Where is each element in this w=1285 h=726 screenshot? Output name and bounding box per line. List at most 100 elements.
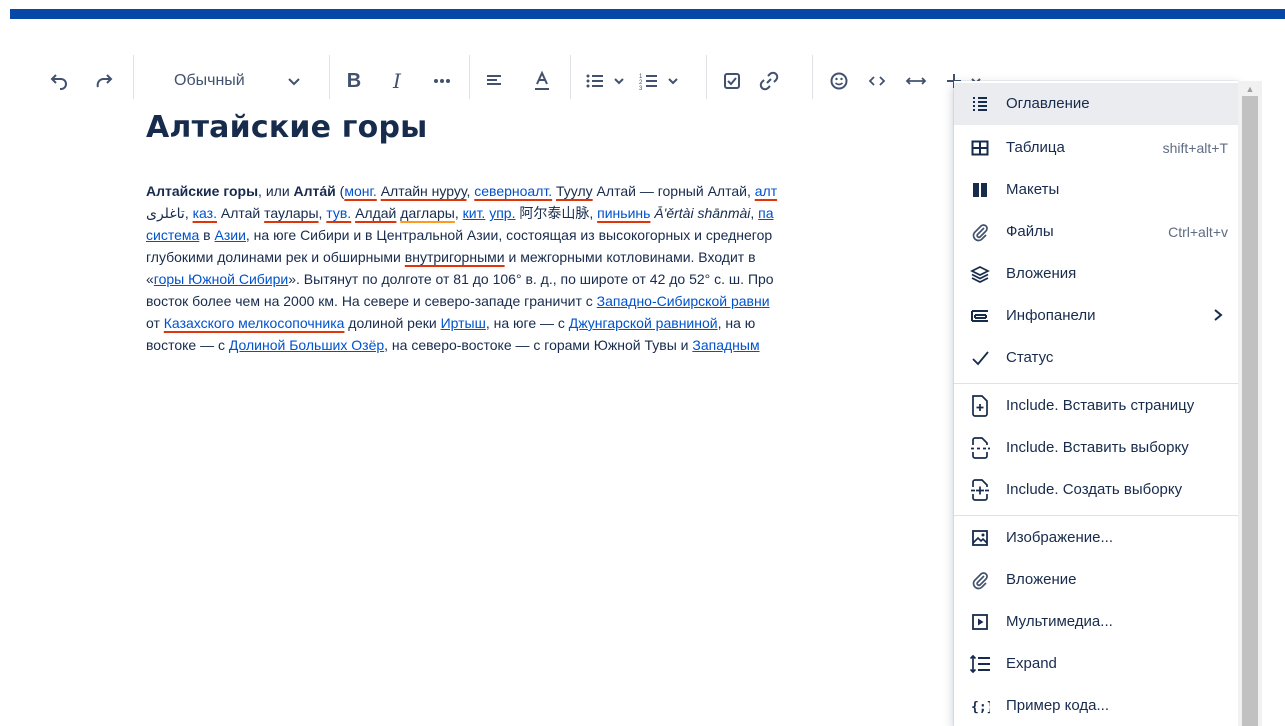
menu-item-label: Изображение... (1006, 529, 1113, 546)
play-icon (968, 610, 992, 634)
menu-item[interactable]: Include. Вставить выборку (954, 427, 1238, 469)
text-link[interactable]: Долиной Больших Озёр (229, 337, 384, 353)
text-run: в (199, 227, 215, 243)
link-icon[interactable] (757, 63, 781, 99)
text-link[interactable]: каз. (193, 205, 217, 221)
chevron-down-icon[interactable] (610, 63, 628, 99)
svg-text:{;}: {;} (971, 700, 990, 715)
table-of-contents-icon (968, 92, 992, 116)
info-panel-icon (968, 304, 992, 328)
more-icon[interactable] (428, 63, 456, 99)
text-link[interactable]: пиньинь (597, 205, 650, 221)
svg-text:3: 3 (639, 86, 643, 91)
text-color-icon[interactable] (530, 63, 554, 99)
menu-item-shortcut: shift+alt+T (1162, 140, 1228, 156)
text-link[interactable]: горы Южной Сибири (154, 271, 288, 287)
menu-item-label: Include. Создать выборку (1006, 481, 1183, 498)
expand-width-icon[interactable] (902, 63, 930, 99)
menu-item-label: Пример кода... (1006, 697, 1110, 714)
text-link[interactable]: Джунгарской равниной (569, 315, 718, 331)
code-block-icon: {;} (968, 694, 992, 718)
checkbox-icon[interactable] (720, 63, 744, 99)
menu-item[interactable]: Вложение (954, 559, 1238, 601)
text-link[interactable]: Западно-Сибирской равни (597, 293, 770, 309)
text-link[interactable]: монг. (344, 183, 376, 199)
menu-item-label: Include. Вставить страницу (1006, 397, 1195, 414)
text-link[interactable]: Западным (692, 337, 759, 353)
paragraph-line: от Казахского мелкосопочника долиной рек… (146, 312, 954, 334)
text-link[interactable]: Иртыш (441, 315, 486, 331)
text-run: , на ю (717, 315, 756, 331)
menu-separator (954, 515, 1238, 516)
text-style-select[interactable]: Обычный (164, 63, 324, 99)
menu-item[interactable]: Статус (954, 337, 1238, 379)
paragraph-line: востоке — с Долиной Больших Озёр, на сев… (146, 334, 954, 356)
code-icon[interactable] (864, 63, 890, 99)
text-run: восток более чем на 2000 км. На севере и… (146, 293, 597, 309)
menu-item-label: Таблица (1006, 139, 1065, 156)
emoji-icon[interactable] (826, 63, 852, 99)
paragraph-line: глубокими долинами рек и обширными внутр… (146, 246, 954, 268)
text-style-label: Обычный (174, 72, 245, 89)
menu-item[interactable]: Файлы Ctrl+alt+v (954, 211, 1238, 253)
include-page-icon (968, 394, 992, 418)
italic-icon[interactable]: I (385, 63, 409, 99)
top-accent-bar (10, 9, 1285, 19)
undo-icon[interactable] (46, 63, 74, 99)
text-link[interactable]: тув. (326, 205, 351, 221)
text-link[interactable]: Казахского мелкосопочника (164, 315, 345, 331)
bullet-list-icon[interactable] (583, 63, 607, 99)
menu-scrollbar-thumb[interactable] (1242, 96, 1258, 726)
text-run: , (750, 205, 759, 221)
text-link[interactable]: система (146, 227, 199, 243)
menu-item[interactable]: Include. Создать выборку (954, 469, 1238, 511)
text-run: внутригорными (404, 249, 505, 265)
expand-icon (968, 652, 992, 676)
image-icon (968, 526, 992, 550)
text-link[interactable]: алт (755, 183, 777, 199)
insert-menu: Оглавление Таблица shift+alt+T Макеты Файлы C… (954, 81, 1238, 726)
bold-icon[interactable]: B (342, 63, 366, 99)
paragraph-line: «горы Южной Сибири». Вытянут по долготе … (146, 268, 954, 290)
menu-item[interactable]: Инфопанели (954, 295, 1238, 337)
top-spacer (0, 0, 1285, 9)
menu-item-label: Вложения (1006, 265, 1077, 282)
text-link[interactable]: Азии (215, 227, 246, 243)
menu-item[interactable]: Вложения (954, 253, 1238, 295)
menu-item[interactable]: Таблица shift+alt+T (954, 127, 1238, 169)
text-run: Алтай — горный Алтай, (592, 183, 755, 199)
text-run: ». Вытянут по долготе от 81 до 106° в. д… (288, 271, 774, 287)
scroll-up-arrow-icon[interactable]: ▲ (1244, 83, 1256, 95)
text-link[interactable]: северноалт. (474, 183, 552, 199)
page-title[interactable]: Алтайские горы (146, 110, 428, 145)
bold-text: Алта́й (293, 183, 336, 199)
layers-icon (968, 262, 992, 286)
text-run: Алтайн нуруу (380, 183, 467, 199)
menu-item-label: Макеты (1006, 181, 1060, 198)
menu-item[interactable]: Include. Вставить страницу (954, 385, 1238, 427)
article-paragraph[interactable]: Алтайские горы, или Алта́й (монг. Алтайн… (146, 180, 954, 400)
text-run: от (146, 315, 164, 331)
text-run: 阿尔泰山脉, (515, 205, 598, 221)
menu-item-label: Expand (1006, 655, 1057, 672)
text-run: , (454, 205, 463, 221)
menu-item[interactable]: Оглавление (954, 83, 1238, 125)
menu-item[interactable]: {;} Пример кода... (954, 685, 1238, 726)
checkmark-icon (968, 346, 992, 370)
menu-item[interactable]: Макеты (954, 169, 1238, 211)
text-link[interactable]: упр. (489, 205, 515, 221)
menu-item-label: Include. Вставить выборку (1006, 439, 1189, 456)
menu-item[interactable]: Изображение... (954, 517, 1238, 559)
redo-icon[interactable] (90, 63, 118, 99)
text-link[interactable]: па (758, 205, 773, 221)
toolbar-separator (812, 55, 813, 99)
menu-item[interactable]: Мультимедиа... (954, 601, 1238, 643)
chevron-down-icon[interactable] (664, 63, 682, 99)
toolbar-separator (570, 55, 571, 99)
menu-item[interactable]: Expand (954, 643, 1238, 685)
align-left-icon[interactable] (482, 63, 506, 99)
numbered-list-icon[interactable]: 123 (637, 63, 661, 99)
text-run: , или (258, 183, 294, 199)
text-link[interactable]: кит. (463, 205, 486, 221)
paperclip-icon (968, 220, 992, 244)
